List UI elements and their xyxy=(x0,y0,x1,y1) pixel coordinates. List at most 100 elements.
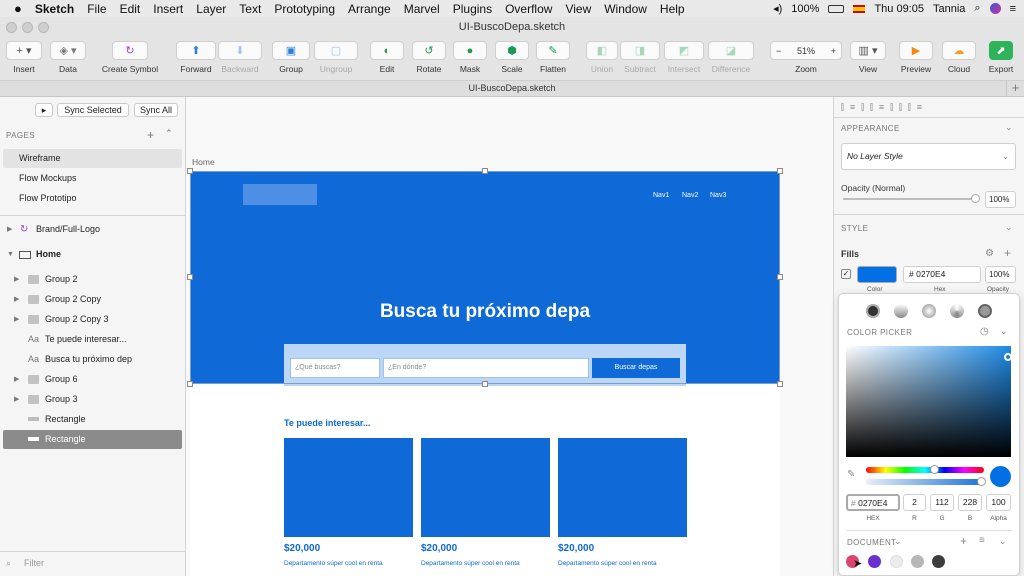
opacity-slider-track[interactable] xyxy=(843,198,979,200)
card-image[interactable] xyxy=(558,438,687,537)
battery-icon[interactable] xyxy=(828,4,845,13)
layer-row[interactable]: ▶ Group 3 xyxy=(3,390,182,409)
layer-symbol-brand-logo[interactable]: ▶ ↻ Brand/Full-Logo xyxy=(3,220,182,239)
scale-tool[interactable]: ⬢ Scale xyxy=(495,41,529,74)
menu-prototyping[interactable]: Prototyping xyxy=(274,2,335,16)
fill-color-swatch[interactable] xyxy=(857,266,897,283)
menu-window[interactable]: Window xyxy=(604,2,647,16)
data-tool[interactable]: ◈ ▾ Data xyxy=(50,41,86,74)
disclosure-icon[interactable]: ▶ xyxy=(14,270,19,289)
disclosure-icon[interactable]: ▶ xyxy=(7,220,12,239)
siri-icon[interactable] xyxy=(989,3,1001,14)
eyedropper-icon[interactable]: ✎ xyxy=(847,469,855,480)
zoom-in-button[interactable]: + xyxy=(831,46,836,56)
card-description[interactable]: Departamento súper cool en renta xyxy=(284,560,383,567)
preview-tool[interactable]: ▶ Preview xyxy=(899,41,933,74)
zoom-window-button[interactable] xyxy=(38,22,49,33)
ungroup-tool[interactable]: ▢ Ungroup xyxy=(314,41,358,74)
linear-gradient-icon[interactable] xyxy=(894,304,908,318)
color-cursor[interactable] xyxy=(1004,353,1012,361)
document-swatch[interactable] xyxy=(868,555,881,568)
chevron-down-icon[interactable]: ⌄ xyxy=(1005,122,1013,133)
document-swatch[interactable] xyxy=(911,555,924,568)
layer-style-select[interactable]: No Layer Style ⌄ xyxy=(841,143,1016,170)
sync-all-button[interactable]: Sync All xyxy=(134,103,178,117)
play-icon[interactable]: ▸ xyxy=(35,103,53,117)
mask-tool[interactable]: ● Mask xyxy=(453,41,487,74)
document-swatch[interactable] xyxy=(932,555,945,568)
card-price[interactable]: $20,000 xyxy=(558,543,594,554)
menu-layer[interactable]: Layer xyxy=(196,2,226,16)
notification-center-icon[interactable]: ≡ xyxy=(1010,3,1016,15)
chevron-down-icon[interactable]: ⌄ xyxy=(1005,222,1013,233)
union-tool[interactable]: ◧ Union xyxy=(586,41,618,74)
subtract-tool[interactable]: ◨ Subtract xyxy=(620,41,660,74)
add-swatch-icon[interactable]: + xyxy=(960,534,967,548)
section-title[interactable]: Te puede interesar... xyxy=(284,418,370,428)
resize-handle[interactable] xyxy=(482,381,488,387)
menu-view[interactable]: View xyxy=(565,2,591,16)
chevron-down-icon[interactable]: ⌄ xyxy=(1000,326,1008,337)
cloud-tool[interactable]: ☁ Cloud xyxy=(942,41,976,74)
clock-icon[interactable]: ◷ xyxy=(980,326,989,337)
resize-handle[interactable] xyxy=(777,168,783,174)
opacity-slider-thumb[interactable] xyxy=(971,194,980,203)
forward-tool[interactable]: ⬆ Forward xyxy=(176,41,216,74)
insert-tool[interactable]: + ▾ Insert xyxy=(6,41,42,74)
resize-handle[interactable] xyxy=(777,274,783,280)
menu-overflow[interactable]: Overflow xyxy=(505,2,552,16)
hue-slider[interactable] xyxy=(866,467,984,473)
alignment-icons[interactable]: ⫿≡⫿⫿≡⫿⫿⫿≡ xyxy=(841,102,928,113)
page-item-flow-prototipo[interactable]: Flow Prototipo xyxy=(3,189,182,208)
red-input[interactable]: 2 xyxy=(903,494,926,511)
menu-file[interactable]: File xyxy=(87,2,106,16)
filter-input[interactable]: Filter xyxy=(24,558,44,568)
menu-text[interactable]: Text xyxy=(239,2,261,16)
clock[interactable]: Thu 09:05 xyxy=(874,3,924,15)
layer-row-selected[interactable]: Rectangle xyxy=(3,430,182,449)
card-price[interactable]: $20,000 xyxy=(421,543,457,554)
green-input[interactable]: 112 xyxy=(930,494,954,511)
angular-gradient-icon[interactable] xyxy=(950,304,964,318)
card-description[interactable]: Departamento súper cool en renta xyxy=(421,560,520,567)
layer-row[interactable]: ▶ Group 2 Copy xyxy=(3,290,182,309)
layer-row[interactable]: Aa Busca tu próximo dep xyxy=(3,350,182,369)
layer-artboard-home[interactable]: ▼ Home xyxy=(3,245,182,264)
create-symbol-tool[interactable]: ↻ Create Symbol xyxy=(98,41,162,74)
list-view-icon[interactable]: ≡ xyxy=(979,535,985,546)
fill-enabled-checkbox[interactable]: ✓ xyxy=(841,269,851,279)
resize-handle[interactable] xyxy=(187,274,193,280)
flatten-tool[interactable]: ✎ Flatten xyxy=(536,41,570,74)
export-tool[interactable]: ⬈ Export xyxy=(984,41,1018,74)
alpha-input[interactable]: 100 xyxy=(986,494,1011,511)
resize-handle[interactable] xyxy=(777,381,783,387)
opacity-label[interactable]: Opacity (Normal) xyxy=(841,183,905,193)
menu-plugins[interactable]: Plugins xyxy=(453,2,492,16)
solid-fill-icon[interactable] xyxy=(866,304,880,318)
resize-handle[interactable] xyxy=(187,168,193,174)
menu-insert[interactable]: Insert xyxy=(153,2,183,16)
new-tab-button[interactable]: + xyxy=(1006,80,1024,97)
menu-arrange[interactable]: Arrange xyxy=(348,2,391,16)
resize-handle[interactable] xyxy=(187,381,193,387)
page-item-flow-mockups[interactable]: Flow Mockups xyxy=(3,169,182,188)
fill-settings-icon[interactable]: ⚙ xyxy=(985,248,994,259)
card-description[interactable]: Departamento súper cool en renta xyxy=(558,560,657,567)
add-fill-icon[interactable]: + xyxy=(1004,246,1011,260)
group-tool[interactable]: ▣ Group xyxy=(272,41,310,74)
sync-selected-button[interactable]: Sync Selected xyxy=(57,103,129,117)
disclosure-icon[interactable]: ▶ xyxy=(14,290,19,309)
minimize-window-button[interactable] xyxy=(22,22,33,33)
layer-row[interactable]: ▶ Group 6 xyxy=(3,370,182,389)
card-price[interactable]: $20,000 xyxy=(284,543,320,554)
card-image[interactable] xyxy=(421,438,550,537)
card-image[interactable] xyxy=(284,438,413,537)
disclosure-icon[interactable]: ▶ xyxy=(14,310,19,329)
menu-sketch[interactable]: Sketch xyxy=(35,2,74,16)
chevron-down-icon[interactable]: ⌄ xyxy=(999,536,1007,547)
apple-icon[interactable]: ● xyxy=(14,1,22,16)
blue-input[interactable]: 228 xyxy=(958,494,982,511)
artboard-label[interactable]: Home xyxy=(192,157,215,167)
zoom-out-button[interactable]: − xyxy=(776,46,781,56)
backward-tool[interactable]: ⬇ Backward xyxy=(218,41,262,74)
